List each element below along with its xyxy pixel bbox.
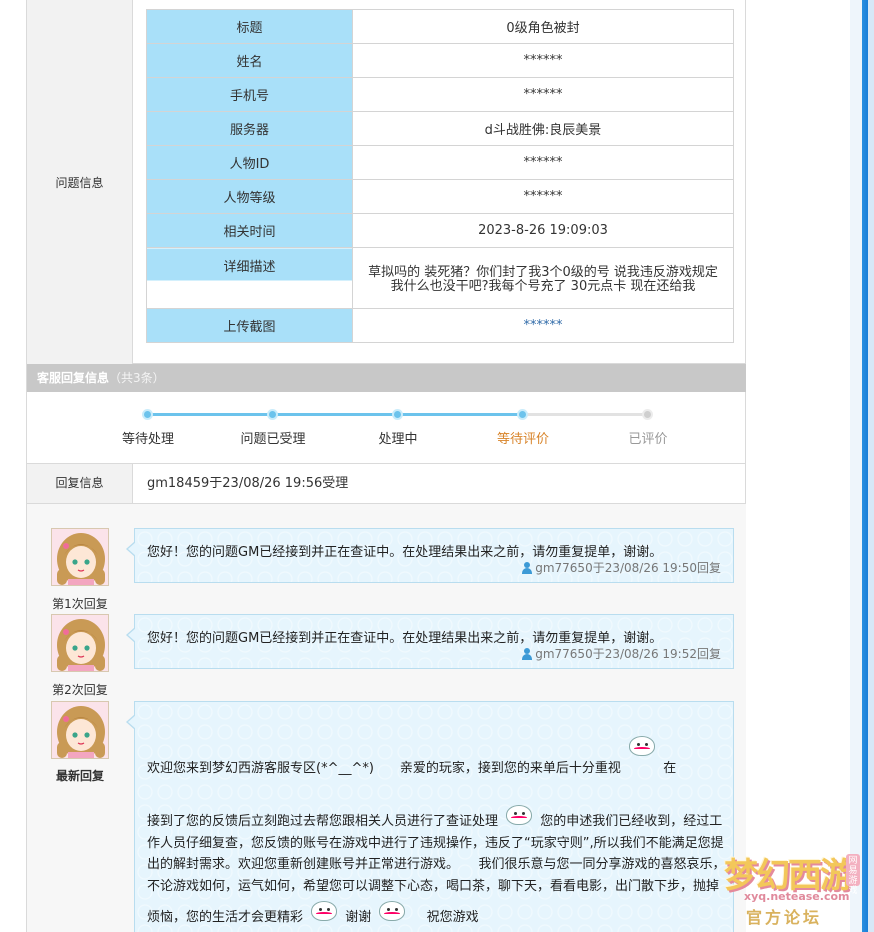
reply-meta: gm77650于23/08/26 19:50回复 <box>521 559 721 576</box>
progress-step-label: 问题已受理 <box>240 432 306 447</box>
reply-bubble: 您好！您的问题GM已经接到并正在查证中。在处理结果出来之前，请勿重复提单，谢谢。… <box>126 528 734 583</box>
question-field-label: 相关时间 <box>146 213 353 248</box>
reply-message: 您好！您的问题GM已经接到并正在查证中。在处理结果出来之前，请勿重复提单，谢谢。 <box>147 545 663 560</box>
reply-meta-text: gm77650于23/08/26 19:50回复 <box>535 561 721 575</box>
question-field-label: 手机号 <box>146 77 353 112</box>
laugh-emoji-icon <box>309 897 339 923</box>
latest-reply-bubble: 欢迎您来到梦幻西游客服专区(*^__^*) 亲爱的玩家，接到您的来单后十分重视 … <box>126 701 734 932</box>
reply-header-title: 客服回复信息 <box>37 371 110 385</box>
description-label-text: 详细描述 <box>223 260 276 275</box>
user-icon <box>521 647 533 660</box>
latest-reply-message: 欢迎您来到梦幻西游客服专区(*^__^*) 亲爱的玩家，接到您的来单后十分重视 … <box>147 732 727 929</box>
question-field-label: 人物ID <box>146 145 353 180</box>
reply-info-row: 回复信息 gm18459于23/08/26 19:56受理 <box>27 464 747 504</box>
progress-track-segment <box>398 413 523 416</box>
question-row: 姓名 ****** <box>146 43 734 78</box>
main-panel: 问题信息 标题 0级角色被封 姓名 ****** 手机号 ****** 服务器 d斗战胜佛:良… <box>26 0 747 932</box>
latest-text-2: 在 <box>663 761 677 776</box>
latest-text-4: 您的申述我们已经收到，经过工作人员仔细复查，您反馈的账号在游戏中进行了违规操作，… <box>147 814 726 925</box>
progress-step-label: 处理中 <box>378 432 418 447</box>
logo-site: xyq.netease.com <box>744 890 850 903</box>
reply-bubble: 您好！您的问题GM已经接到并正在查证中。在处理结果出来之前，请勿重复提单，谢谢。… <box>126 614 734 669</box>
user-icon <box>521 561 533 574</box>
progress-node <box>142 409 153 420</box>
avatar-girl-icon <box>52 702 108 758</box>
question-info-table: 标题 0级角色被封 姓名 ****** 手机号 ****** 服务器 d斗战胜佛:良辰美景 人物… <box>146 9 734 343</box>
right-gutter <box>746 0 850 932</box>
logo-badge: 网易游戏 <box>846 854 860 896</box>
latest-reply-label: 最新回复 <box>55 769 104 783</box>
avatar <box>51 701 109 759</box>
reply-info-label: 回复信息 <box>27 464 133 503</box>
question-field-label: 上传截图 <box>146 308 353 343</box>
reply-count: （共3条） <box>109 371 165 385</box>
reply-meta: gm77650于23/08/26 19:52回复 <box>521 645 721 662</box>
question-field-label: 姓名 <box>146 43 353 78</box>
screenshot-link[interactable]: ****** <box>524 318 563 333</box>
avatar <box>51 528 109 586</box>
smile-emoji-icon <box>627 732 657 766</box>
avatar <box>51 614 109 672</box>
question-field-value: d斗战胜佛:良辰美景 <box>352 111 734 146</box>
progress-track-segment <box>523 413 648 416</box>
question-row: 手机号 ****** <box>146 77 734 112</box>
question-row-description: 详细描述 草拟吗的 装死猪？你们封了我3个0级的号 说我违反游戏规定 我什么也没干… <box>146 247 734 309</box>
question-field-label: 人物等级 <box>146 179 353 214</box>
question-field-value: ****** <box>352 145 734 180</box>
reply-info-value: gm18459于23/08/26 19:56受理 <box>147 476 349 491</box>
progress-node <box>642 409 653 420</box>
progress-track-segment <box>273 413 398 416</box>
reply-message: 您好！您的问题GM已经接到并正在查证中。在处理结果出来之前，请勿重复提单，谢谢。 <box>147 631 663 646</box>
question-info-label: 问题信息 <box>27 0 133 364</box>
reply-meta-text: gm77650于23/08/26 19:52回复 <box>535 647 721 661</box>
question-field-value: 2023-8-26 19:09:03 <box>352 213 734 248</box>
reply-list: 第1次回复 您好！您的问题GM已经接到并正在查证中。在处理结果出来之前，请勿重复… <box>27 504 747 932</box>
latest-text-6: 祝您游戏 <box>413 910 479 925</box>
progress-step-label: 已评价 <box>628 432 668 447</box>
question-row: 人物等级 ****** <box>146 179 734 214</box>
question-field-label: 服务器 <box>146 111 353 146</box>
avatar-girl-icon <box>52 529 108 585</box>
reply-index-label: 第1次回复 <box>52 597 108 611</box>
progress-node <box>267 409 278 420</box>
question-field-value: ****** <box>352 77 734 112</box>
happy-emoji-icon <box>504 801 534 827</box>
avatar-girl-icon <box>52 615 108 671</box>
latest-text-3: 接到了您的反馈后立刻跑过去帮您跟相关人员进行了查证处理 <box>147 814 499 829</box>
progress-step-label: 等待处理 <box>121 432 174 447</box>
reply-index-label: 第2次回复 <box>52 683 108 697</box>
logo-tag: 官方论坛 <box>746 908 823 927</box>
watermark-logo: 梦幻西游 网易游戏 xyq.netease.com 官方论坛 <box>724 848 864 928</box>
question-field-value: 0级角色被封 <box>352 9 734 44</box>
question-row-upload: 上传截图 ****** <box>146 308 734 343</box>
latest-text-1: 欢迎您来到梦幻西游客服专区(*^__^*) 亲爱的玩家，接到您的来单后十分重视 <box>147 761 621 776</box>
question-field-value: ****** <box>352 179 734 214</box>
question-row: 标题 0级角色被封 <box>146 9 734 44</box>
progress-node <box>517 409 528 420</box>
latest-text-5: 谢谢 <box>345 910 372 925</box>
progress-node <box>392 409 403 420</box>
progress-tracker: 等待处理 问题已受理 处理中 等待评价 已评价 <box>27 392 747 464</box>
question-field-value: ****** <box>352 308 734 343</box>
progress-track-segment <box>148 413 273 416</box>
question-info-section: 问题信息 标题 0级角色被封 姓名 ****** 手机号 ****** 服务器 d斗战胜佛:良… <box>27 0 747 364</box>
question-row: 人物ID ****** <box>146 145 734 180</box>
question-row: 服务器 d斗战胜佛:良辰美景 <box>146 111 734 146</box>
question-row: 相关时间 2023-8-26 19:09:03 <box>146 213 734 248</box>
progress-step-label: 等待评价 <box>496 432 549 447</box>
question-field-label: 标题 <box>146 9 353 44</box>
question-description-value: 草拟吗的 装死猪？你们封了我3个0级的号 说我违反游戏规定 我什么也没干吧?我每… <box>352 247 734 309</box>
service-reply-header: 客服回复信息（共3条） <box>27 364 747 392</box>
blush-emoji-icon <box>377 897 407 923</box>
question-field-label: 详细描述 <box>146 247 353 309</box>
window-edge <box>850 0 874 932</box>
page: 问题信息 标题 0级角色被封 姓名 ****** 手机号 ****** 服务器 d斗战胜佛:良… <box>0 0 874 932</box>
question-field-value: ****** <box>352 43 734 78</box>
